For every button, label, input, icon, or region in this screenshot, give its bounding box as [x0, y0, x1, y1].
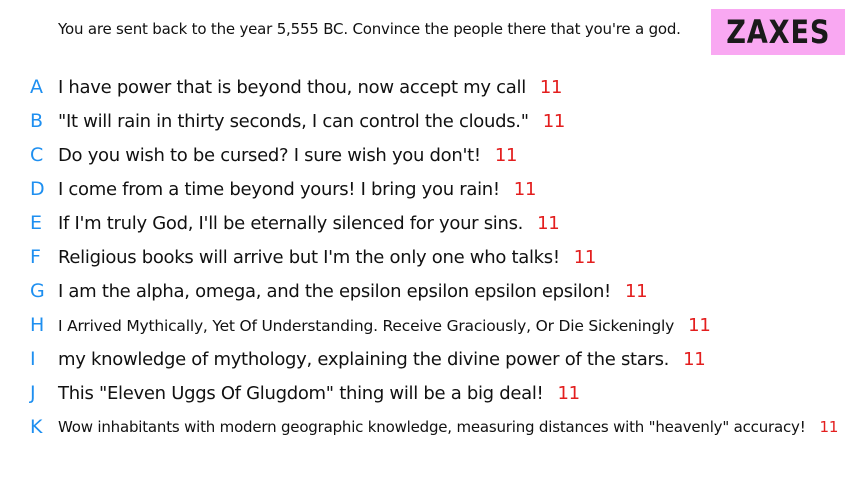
answer-score: 11: [494, 144, 518, 166]
answer-letter: D: [30, 178, 45, 200]
answer-letter: G: [30, 280, 45, 302]
player-name: ZAXES: [725, 13, 831, 51]
answer-score: 11: [624, 280, 648, 302]
answer-letter: E: [30, 212, 43, 234]
answer-score: 11: [537, 212, 560, 234]
answer-letter: K: [30, 416, 43, 438]
answer-text: I come from a time beyond yours! I bring…: [58, 178, 537, 200]
answer-text: Do you wish to be cursed? I sure wish yo…: [58, 144, 518, 166]
answer-score: 11: [688, 314, 711, 336]
answer-text: If I'm truly God, I'll be eternally sile…: [58, 212, 560, 234]
answer-text: my knowledge of mythology, explaining th…: [58, 348, 706, 370]
answer-text: Religious books will arrive but I'm the …: [58, 246, 597, 268]
answer-letter: I: [30, 348, 36, 370]
answer-score: 11: [683, 348, 706, 370]
answer-score: 11: [819, 418, 839, 436]
answer-letter: C: [30, 144, 44, 166]
answer-text: I am the alpha, omega, and the epsilon e…: [58, 280, 648, 302]
answer-letter: J: [30, 382, 36, 404]
answer-score: 11: [573, 246, 597, 268]
prompt-text: You are sent back to the year 5,555 BC. …: [58, 20, 681, 38]
answer-text: Wow inhabitants with modern geographic k…: [58, 418, 839, 436]
answer-score: 11: [513, 178, 537, 200]
answer-letter: F: [30, 246, 41, 268]
answer-text: I have power that is beyond thou, now ac…: [58, 76, 563, 98]
answer-letter: H: [30, 314, 45, 336]
player-name-badge: ZAXES: [711, 9, 845, 55]
answer-score: 11: [557, 382, 580, 404]
answer-letter: A: [30, 76, 43, 98]
answer-letter: B: [30, 110, 44, 132]
answer-text: "It will rain in thirty seconds, I can c…: [58, 110, 566, 132]
answer-score: 11: [539, 76, 563, 98]
answer-text: I Arrived Mythically, Yet Of Understandi…: [58, 314, 711, 336]
answer-score: 11: [542, 110, 566, 132]
answer-text: This "Eleven Uggs Of Glugdom" thing will…: [58, 382, 580, 404]
